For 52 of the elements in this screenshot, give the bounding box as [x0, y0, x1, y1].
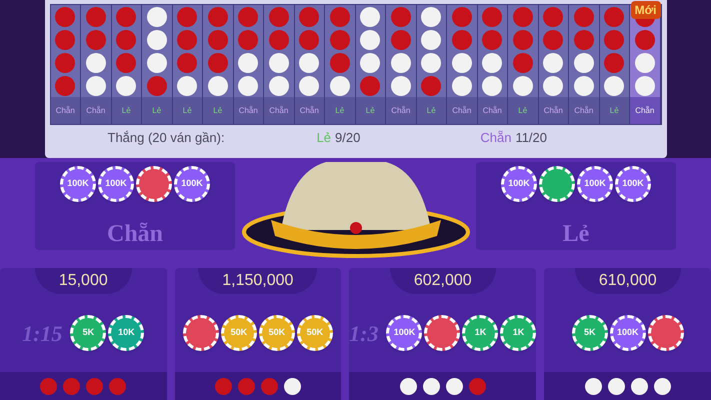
chip: 100K [615, 166, 651, 202]
new-badge: Mới [630, 1, 660, 19]
bet-area[interactable]: 100K 100K 100K Chẵn [35, 162, 235, 250]
result-label: Lẻ [213, 104, 222, 116]
result-label: Chẵn [391, 104, 410, 116]
result-label: Lẻ [426, 104, 436, 116]
result-label: Chẵn [269, 104, 288, 116]
result-label: Chẵn [544, 104, 563, 116]
result-label: Chẵn [238, 104, 258, 116]
chip: 100K [174, 166, 210, 202]
result-label: Lẻ [182, 104, 192, 116]
chip: 100K [501, 166, 537, 202]
result-label: Lẻ [335, 104, 344, 116]
chip: 50K [258, 315, 295, 351]
chip: 1K [462, 315, 498, 351]
result-label: Chẵn [452, 104, 472, 116]
result-label: Lẻ [366, 104, 375, 116]
result-label: Chẵn [635, 104, 654, 116]
chip: 1K [500, 315, 536, 351]
bet-amount: 15,000 [58, 271, 108, 291]
bet-amount: 610,000 [598, 271, 657, 291]
odd-name: Lẻ [316, 129, 332, 148]
chip: 5K [70, 315, 106, 351]
chip: 100K [577, 166, 613, 202]
result-label: Chẵn [482, 104, 502, 116]
even-count: 11/20 [515, 129, 548, 148]
bet-area-label: Lẻ [562, 222, 590, 246]
result-label: Chẵn [574, 104, 594, 116]
chip: 50K [296, 315, 333, 351]
chip: 5K [572, 315, 608, 351]
summary-label: Thắng (20 ván gần): [108, 129, 225, 148]
bet-amount: 1,150,000 [222, 271, 294, 291]
chip: 100K [60, 166, 96, 202]
result-label: Chẵn [86, 104, 106, 116]
chip: 100K [98, 166, 134, 202]
result-label: Chẵn [56, 104, 75, 116]
even-name: Chẵn [480, 129, 512, 148]
chip: 100K [610, 315, 646, 351]
result-label: Lẻ [518, 104, 528, 116]
bet-area[interactable]: 100K 100K 100K Lẻ [476, 162, 676, 250]
bet-amount: 602,000 [414, 271, 472, 291]
bet-area-label: Chẵn [106, 222, 164, 246]
chip: 100K [386, 315, 422, 351]
odd-count: 9/20 [335, 129, 360, 148]
result-label: Lẻ [610, 104, 619, 116]
bet-area[interactable]: 610,000 5K 100K [544, 268, 711, 400]
result-label: Lẻ [152, 104, 162, 116]
bet-area[interactable]: 1,150,000 50K 50K 50K [174, 268, 342, 400]
result-label: Lẻ [122, 104, 131, 116]
chip: 10K [108, 315, 144, 351]
result-label: Chẵn [300, 104, 319, 116]
chip: 50K [220, 315, 257, 351]
